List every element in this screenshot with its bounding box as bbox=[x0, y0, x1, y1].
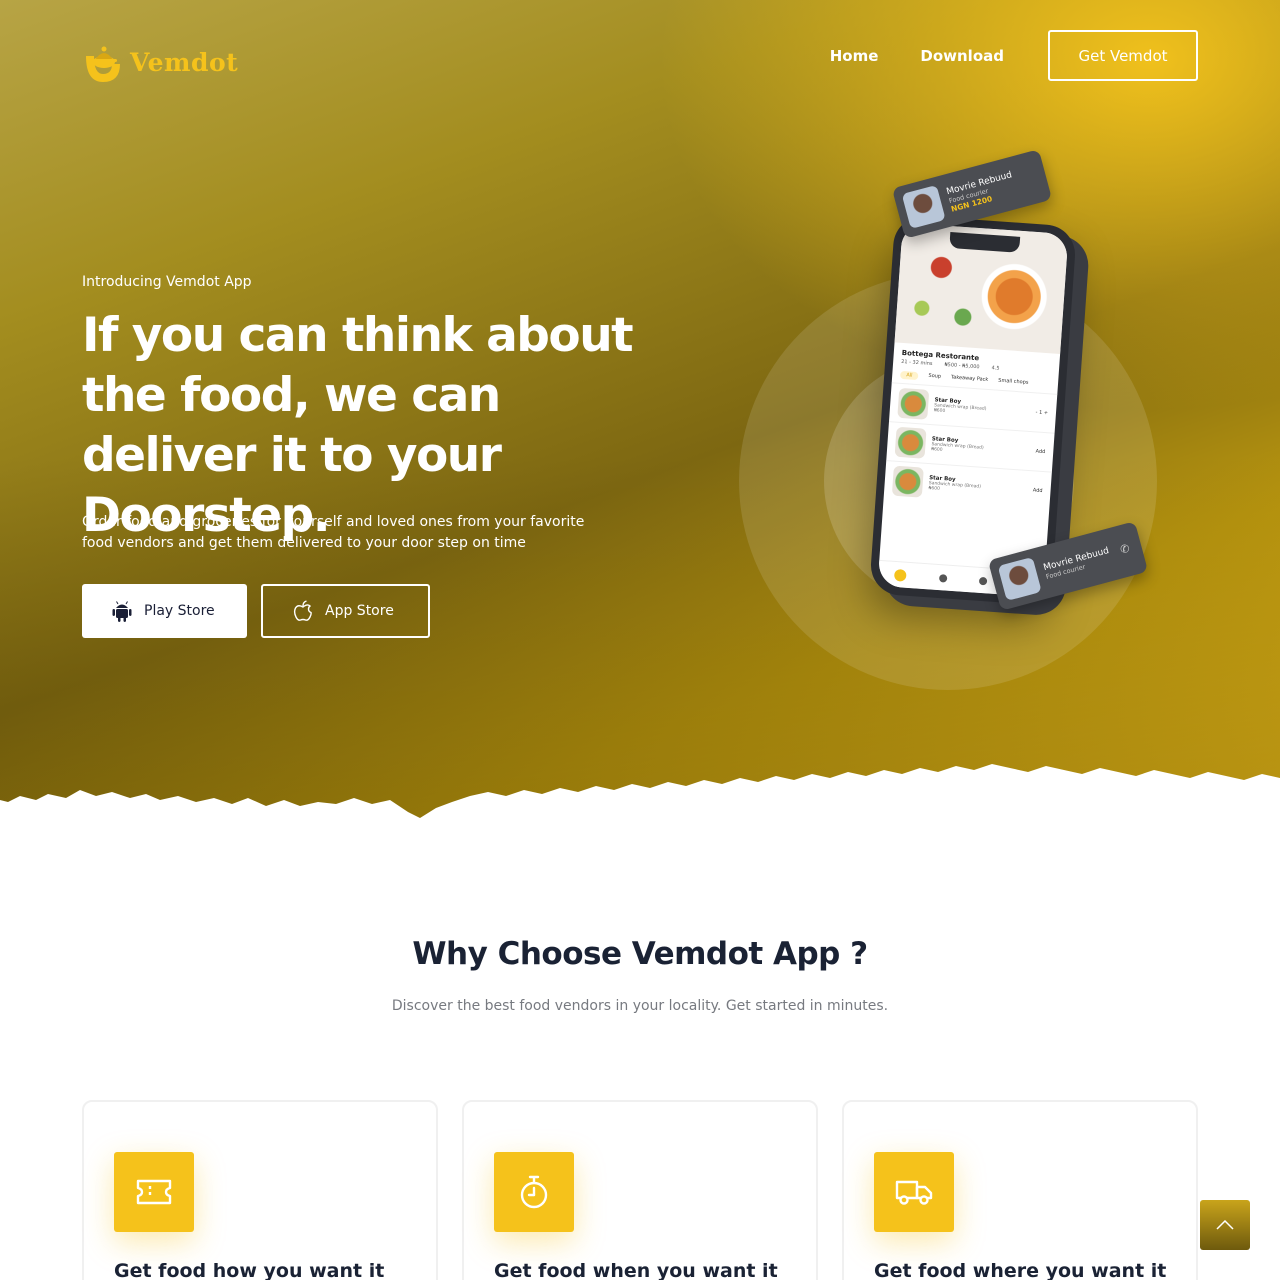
menu-item-thumb bbox=[891, 465, 924, 498]
logo-icon bbox=[86, 46, 120, 82]
section-subtitle: Discover the best food vendors in your l… bbox=[391, 998, 889, 1014]
feature-card-title: Get food where you want it bbox=[874, 1260, 1167, 1280]
torn-paper-divider bbox=[0, 764, 1280, 840]
nav-home-link[interactable]: Home bbox=[830, 47, 879, 65]
phone-call-icon: ✆ bbox=[1118, 541, 1132, 557]
stopwatch-icon bbox=[494, 1152, 574, 1232]
scroll-to-top-button[interactable] bbox=[1200, 1200, 1250, 1250]
apple-icon bbox=[293, 600, 315, 622]
menu-item-action: Add bbox=[1035, 448, 1046, 456]
menu-item-thumb bbox=[894, 426, 927, 459]
truck-icon bbox=[874, 1152, 954, 1232]
cart-icon bbox=[979, 576, 988, 585]
tab-small-chops: Small chops bbox=[998, 377, 1029, 386]
hero-eyebrow: Introducing Vemdot App bbox=[82, 274, 252, 290]
hero-description: Order food and groceries for yourself an… bbox=[82, 514, 585, 551]
courier-avatar bbox=[901, 184, 946, 229]
android-icon bbox=[112, 600, 134, 622]
ticket-icon bbox=[114, 1152, 194, 1232]
hero-section: Vemdot Home Download Get Vemdot Introduc… bbox=[0, 0, 1280, 830]
feature-card-title: Get food how you want it bbox=[114, 1260, 385, 1280]
tab-soup: Soup bbox=[928, 372, 942, 380]
menu-item-thumb bbox=[897, 387, 930, 420]
get-vemdot-button[interactable]: Get Vemdot bbox=[1048, 30, 1198, 81]
hero-headline: If you can think about the food, we can … bbox=[82, 308, 634, 543]
play-store-label: Play Store bbox=[144, 603, 215, 619]
feature-card: Get food how you want it bbox=[82, 1100, 438, 1280]
delivery-time: 21 - 32 mins bbox=[900, 358, 933, 368]
tab-takeaway: Takeaway Pack bbox=[950, 374, 989, 383]
top-nav: Home Download Get Vemdot bbox=[830, 30, 1198, 81]
rating: 4.5 bbox=[991, 365, 1000, 372]
tab-all: All bbox=[899, 370, 919, 381]
menu-item-action: - 1 + bbox=[1035, 409, 1049, 417]
phone-screen: Bottega Restorante 21 - 32 mins ₦500 - ₦… bbox=[877, 222, 1069, 598]
app-store-button[interactable]: App Store bbox=[261, 584, 430, 638]
home-icon bbox=[894, 568, 907, 582]
nav-download-link[interactable]: Download bbox=[920, 47, 1004, 65]
price-range: ₦500 - ₦5,000 bbox=[944, 361, 980, 371]
feature-card: Get food where you want it bbox=[842, 1100, 1198, 1280]
menu-item-action: Add bbox=[1032, 487, 1043, 495]
courier-avatar bbox=[997, 556, 1042, 601]
app-store-label: App Store bbox=[325, 603, 394, 619]
section-title: Why Choose Vemdot App ? bbox=[412, 936, 868, 972]
phone-mockup: Bottega Restorante 21 - 32 mins ₦500 - ₦… bbox=[860, 149, 1160, 620]
brand-logo[interactable]: Vemdot bbox=[82, 40, 238, 84]
feature-card: Get food when you want it bbox=[462, 1100, 818, 1280]
feature-card-title: Get food when you want it bbox=[494, 1260, 778, 1280]
bookmark-icon bbox=[938, 573, 948, 583]
chevron-up-icon bbox=[1216, 1220, 1234, 1230]
play-store-button[interactable]: Play Store bbox=[82, 584, 247, 638]
brand-name: Vemdot bbox=[130, 47, 239, 77]
